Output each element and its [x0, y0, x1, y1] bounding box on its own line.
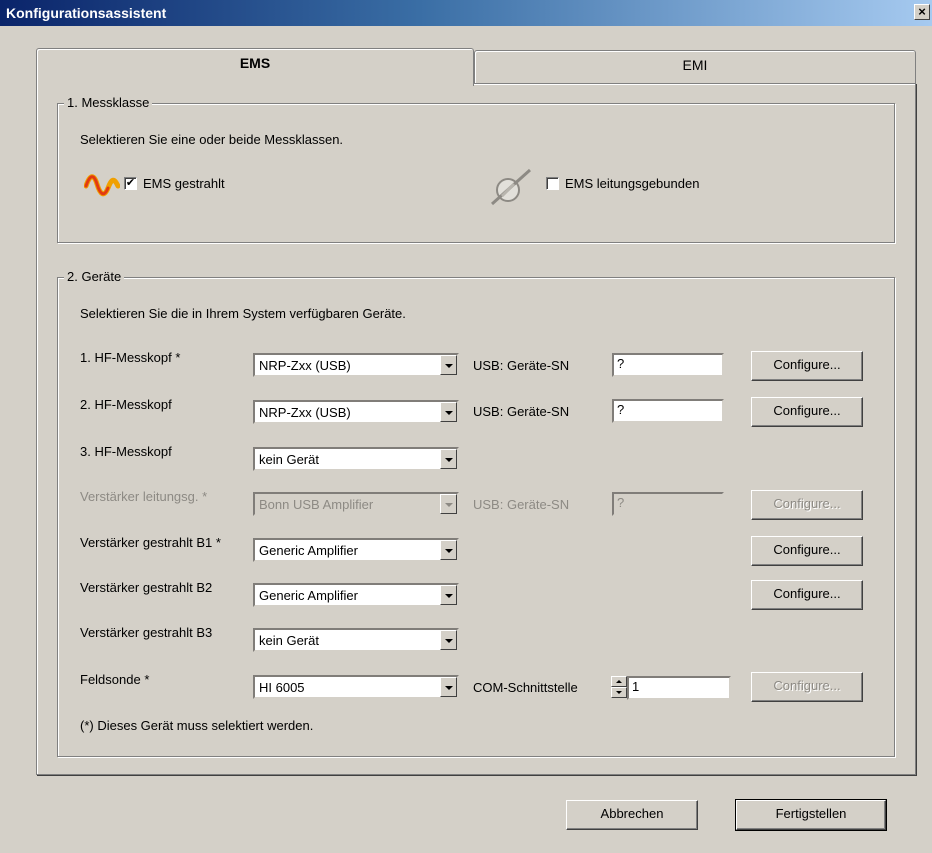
ems-leitungsgebunden-checkbox[interactable] — [546, 177, 559, 190]
spinner-down-icon[interactable] — [611, 687, 627, 698]
row-label-feldsonde: Feldsonde * — [80, 672, 150, 687]
row-label-verstaerker-b3: Verstärker gestrahlt B3 — [80, 625, 213, 640]
geraete-instruction: Selektieren Sie die in Ihrem System verf… — [80, 306, 406, 321]
configure-button-hf-2[interactable]: Configure... — [751, 397, 863, 427]
spinner-up-icon[interactable] — [611, 676, 627, 687]
window-title: Konfigurationsassistent — [6, 5, 167, 21]
usb-sn-label-4: USB: Geräte-SN — [473, 497, 570, 512]
row-label-hf-messkopf-2: 2. HF-Messkopf — [80, 397, 172, 412]
usb-sn-label-2: USB: Geräte-SN — [473, 404, 570, 419]
hf-messkopf-2-select[interactable]: NRP-Zxx (USB) — [253, 400, 459, 424]
tab-strip: EMS EMI — [36, 48, 916, 86]
row-label-hf-messkopf-3: 3. HF-Messkopf — [80, 444, 172, 459]
usb-sn-input-2[interactable]: ? — [612, 399, 724, 423]
ems-gestrahlt-label: EMS gestrahlt — [143, 176, 225, 191]
configure-button-verstaerker-b2[interactable]: Configure... — [751, 580, 863, 610]
messklasse-group: 1. Messklasse Selektieren Sie eine oder … — [57, 95, 895, 243]
hf-messkopf-1-select[interactable]: NRP-Zxx (USB) — [253, 353, 459, 377]
com-port-input[interactable]: 1 — [627, 676, 731, 700]
geraete-legend: 2. Geräte — [64, 269, 125, 284]
com-port-spinner[interactable] — [611, 676, 627, 698]
com-port-label: COM-Schnittstelle — [473, 680, 578, 695]
verstaerker-b1-select[interactable]: Generic Amplifier — [253, 538, 459, 562]
chevron-down-icon[interactable] — [440, 355, 457, 375]
messklasse-instruction: Selektieren Sie eine oder beide Messklas… — [80, 132, 344, 147]
tab-panel-ems: 1. Messklasse Selektieren Sie eine oder … — [36, 83, 916, 775]
ems-leitungsgebunden-label: EMS leitungsgebunden — [565, 176, 700, 191]
row-label-verstaerker-b2: Verstärker gestrahlt B2 — [80, 580, 213, 595]
row-label-verstaerker-leitungsg: Verstärker leitungsg. * — [80, 489, 208, 504]
hf-messkopf-3-select[interactable]: kein Gerät — [253, 447, 459, 471]
title-bar: Konfigurationsassistent × — [0, 0, 932, 26]
tab-ems[interactable]: EMS — [36, 48, 474, 86]
chevron-down-icon[interactable] — [440, 402, 457, 422]
usb-sn-input-4[interactable]: ? — [612, 492, 724, 516]
ems-gestrahlt-checkbox[interactable]: ✔ — [124, 177, 137, 190]
messklasse-legend: 1. Messklasse — [64, 95, 153, 110]
tab-emi[interactable]: EMI — [474, 50, 916, 84]
row-label-verstaerker-b1: Verstärker gestrahlt B1 * — [80, 535, 221, 550]
footnote: (*) Dieses Gerät muss selektiert werden. — [80, 718, 314, 733]
usb-sn-input-1[interactable]: ? — [612, 353, 724, 377]
cable-icon — [490, 168, 532, 206]
chevron-down-icon[interactable] — [440, 630, 457, 650]
chevron-down-icon[interactable] — [440, 494, 457, 514]
configure-button-feldsonde[interactable]: Configure... — [751, 672, 863, 702]
configure-button-hf-1[interactable]: Configure... — [751, 351, 863, 381]
chevron-down-icon[interactable] — [440, 677, 457, 697]
finish-button[interactable]: Fertigstellen — [735, 799, 887, 831]
configure-button-verstaerker-leitungsg[interactable]: Configure... — [751, 490, 863, 520]
cancel-button[interactable]: Abbrechen — [566, 800, 698, 830]
close-button[interactable]: × — [914, 4, 930, 20]
chevron-down-icon[interactable] — [440, 585, 457, 605]
configure-button-verstaerker-b1[interactable]: Configure... — [751, 536, 863, 566]
verstaerker-leitungsg-select[interactable]: Bonn USB Amplifier — [253, 492, 459, 516]
feldsonde-select[interactable]: HI 6005 — [253, 675, 459, 699]
geraete-group: 2. Geräte Selektieren Sie die in Ihrem S… — [57, 269, 895, 757]
ems-leitungsgebunden-checkbox-row[interactable]: EMS leitungsgebunden — [546, 176, 699, 191]
ems-gestrahlt-checkbox-row[interactable]: ✔ EMS gestrahlt — [124, 176, 225, 191]
usb-sn-label-1: USB: Geräte-SN — [473, 358, 570, 373]
row-label-hf-messkopf-1: 1. HF-Messkopf * — [80, 350, 181, 365]
verstaerker-b3-select[interactable]: kein Gerät — [253, 628, 459, 652]
verstaerker-b2-select[interactable]: Generic Amplifier — [253, 583, 459, 607]
chevron-down-icon[interactable] — [440, 449, 457, 469]
chevron-down-icon[interactable] — [440, 540, 457, 560]
wave-icon — [84, 174, 120, 197]
